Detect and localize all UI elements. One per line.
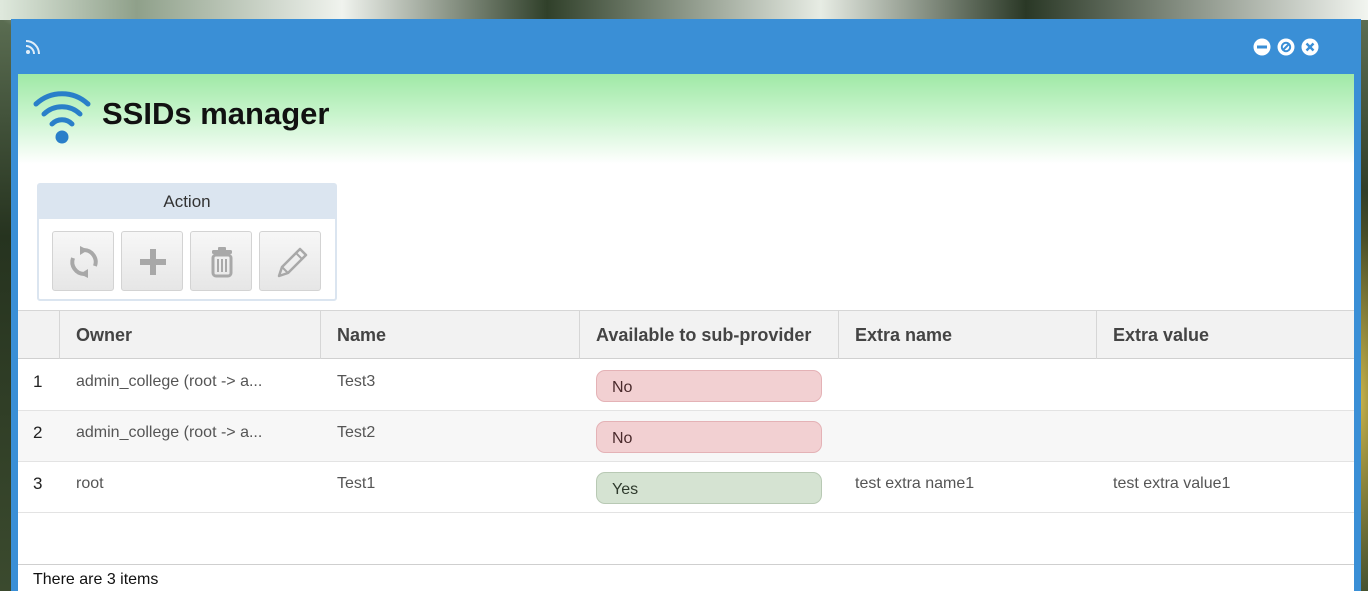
delete-button[interactable] (190, 231, 252, 291)
cell-extra-name (839, 411, 1097, 461)
cell-extra-value (1097, 360, 1354, 410)
grid-footer-status: There are 3 items (18, 564, 1354, 591)
column-header-extra-name[interactable]: Extra name (839, 311, 1097, 359)
column-header-extra-value[interactable]: Extra value (1097, 311, 1354, 359)
refresh-button[interactable] (52, 231, 114, 291)
column-header-rownum (18, 311, 60, 359)
table-row[interactable]: 2 admin_college (root -> a... Test2 No (18, 411, 1354, 462)
cell-owner: admin_college (root -> a... (76, 424, 263, 441)
close-icon[interactable] (1301, 38, 1319, 56)
status-badge: No (596, 421, 822, 453)
status-badge: No (596, 370, 822, 402)
cell-name: Test3 (337, 373, 376, 390)
cell-available: Yes (580, 462, 839, 512)
table-row[interactable]: 3 root Test1 Yes test extra name1 test e… (18, 462, 1354, 513)
cell-name: Test1 (337, 475, 376, 492)
wifi-icon (33, 91, 91, 144)
cell-name: Test2 (337, 424, 376, 441)
column-header-owner[interactable]: Owner (60, 311, 321, 359)
row-number: 1 (33, 372, 43, 391)
ssids-manager-window: SSIDs manager Action Owner Name Availabl… (11, 19, 1361, 591)
grid-header: Owner Name Available to sub-provider Ext… (18, 311, 1354, 359)
window-titlebar[interactable] (11, 19, 1361, 74)
row-number: 3 (33, 474, 43, 493)
cell-owner: admin_college (root -> a... (76, 373, 263, 390)
minimize-icon[interactable] (1253, 38, 1271, 56)
cell-extra-name: test extra name1 (855, 475, 975, 492)
edit-button[interactable] (259, 231, 321, 291)
trash-icon (211, 247, 233, 278)
status-badge: Yes (596, 472, 822, 504)
restore-icon[interactable] (1277, 38, 1295, 56)
cell-available: No (580, 360, 839, 410)
add-button[interactable] (121, 231, 183, 291)
rss-icon (25, 40, 40, 55)
window-content: SSIDs manager Action Owner Name Availabl… (18, 74, 1354, 591)
page-title: SSIDs manager (102, 96, 330, 131)
cell-extra-name (839, 360, 1097, 410)
refresh-icon (70, 246, 98, 278)
cell-owner: root (76, 475, 104, 492)
action-panel: Action (37, 183, 337, 301)
pencil-icon (277, 247, 308, 278)
cell-extra-value (1097, 411, 1354, 461)
row-number: 2 (33, 423, 43, 442)
column-header-available[interactable]: Available to sub-provider (580, 311, 839, 359)
ssids-grid: Owner Name Available to sub-provider Ext… (18, 310, 1354, 564)
plus-icon (140, 249, 166, 275)
cell-available: No (580, 411, 839, 461)
action-panel-header: Action (39, 185, 335, 219)
column-header-name[interactable]: Name (321, 311, 580, 359)
cell-extra-value: test extra value1 (1113, 475, 1231, 492)
background-photo-strip (0, 0, 1368, 20)
table-row[interactable]: 1 admin_college (root -> a... Test3 No (18, 360, 1354, 411)
